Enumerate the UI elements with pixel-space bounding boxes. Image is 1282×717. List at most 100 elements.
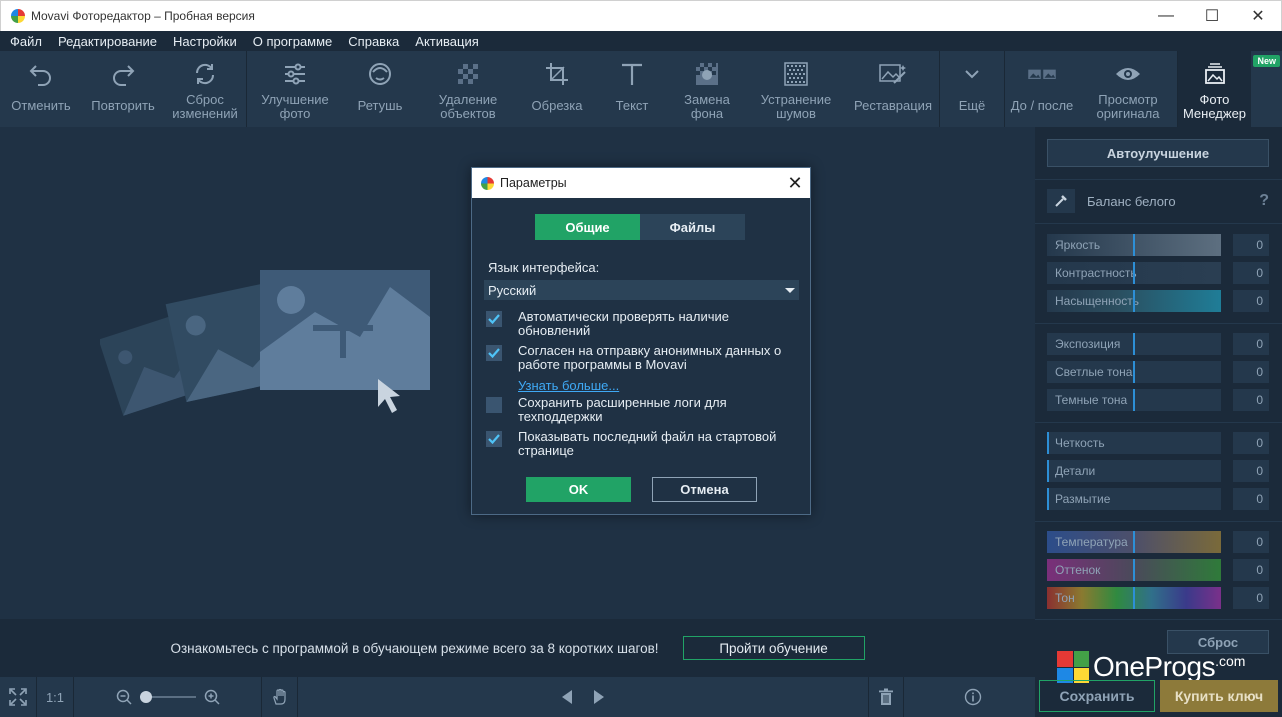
menu-file[interactable]: Файл <box>2 34 50 49</box>
restoration-button[interactable]: Реставрация <box>847 51 939 127</box>
eyedropper-icon[interactable] <box>1047 189 1075 213</box>
exposure-slider[interactable]: Экспозиция 0 <box>1047 333 1269 355</box>
highlights-slider[interactable]: Светлые тона 0 <box>1047 361 1269 383</box>
info-button[interactable] <box>904 677 994 717</box>
denoise-button[interactable]: Устранение шумов <box>745 51 847 127</box>
redo-button[interactable]: Повторить <box>82 51 164 127</box>
exposure-value[interactable]: 0 <box>1233 333 1269 355</box>
contrast-slider[interactable]: Контрастность 0 <box>1047 262 1269 284</box>
ok-button[interactable]: OK <box>526 477 631 502</box>
retouch-button[interactable]: Ретушь <box>343 51 417 127</box>
option-anonymous-data[interactable]: Согласен на отправку анонимных данных о … <box>486 344 796 372</box>
zoom-out-icon[interactable] <box>116 689 132 705</box>
add-photo-placeholder-icon[interactable] <box>100 267 440 427</box>
tint-value[interactable]: 0 <box>1233 559 1269 581</box>
reset-changes-button[interactable]: Сброс изменений <box>164 51 246 127</box>
more-button[interactable]: Ещё <box>940 51 1004 127</box>
actual-size-button[interactable]: 1:1 <box>37 677 74 717</box>
option-extended-logs[interactable]: Сохранить расширенные логи для техподдер… <box>486 396 796 424</box>
start-tutorial-button[interactable]: Пройти обучение <box>682 636 865 660</box>
zoom-slider-handle[interactable] <box>139 691 152 703</box>
blur-value[interactable]: 0 <box>1233 488 1269 510</box>
zoom-in-icon[interactable] <box>204 689 220 705</box>
reset-changes-label: Сброс изменений <box>172 92 238 121</box>
brightness-slider[interactable]: Яркость 0 <box>1047 234 1269 256</box>
slider-handle[interactable] <box>1133 587 1135 609</box>
pan-tool-button[interactable] <box>262 677 298 717</box>
extended-logs-checkbox[interactable] <box>486 397 502 413</box>
before-after-button[interactable]: До / после <box>1005 51 1079 127</box>
help-icon[interactable]: ? <box>1259 192 1269 210</box>
enhance-photo-button[interactable]: Улучшение фото <box>247 51 343 127</box>
next-image-icon[interactable] <box>592 689 606 705</box>
highlights-value[interactable]: 0 <box>1233 361 1269 383</box>
contrast-label: Контрастность <box>1055 266 1137 280</box>
tab-general[interactable]: Общие <box>535 214 640 240</box>
crop-button[interactable]: Обрезка <box>519 51 595 127</box>
last-file-checkbox[interactable] <box>486 431 502 447</box>
menu-help[interactable]: Справка <box>340 34 407 49</box>
anonymous-data-checkbox[interactable] <box>486 345 502 361</box>
slider-handle[interactable] <box>1133 361 1135 383</box>
menu-settings[interactable]: Настройки <box>165 34 245 49</box>
auto-update-checkbox[interactable] <box>486 311 502 327</box>
saturation-slider[interactable]: Насыщенность 0 <box>1047 290 1269 312</box>
text-button[interactable]: Текст <box>595 51 669 127</box>
slider-handle[interactable] <box>1133 333 1135 355</box>
temperature-value[interactable]: 0 <box>1233 531 1269 553</box>
brightness-value[interactable]: 0 <box>1233 234 1269 256</box>
slider-handle[interactable] <box>1047 460 1049 482</box>
tutorial-text: Ознакомьтесь с программой в обучающем ре… <box>170 640 659 656</box>
window-controls: — ☐ ✕ <box>1143 1 1281 31</box>
menu-about[interactable]: О программе <box>245 34 341 49</box>
shadows-slider[interactable]: Темные тона 0 <box>1047 389 1269 411</box>
temperature-slider[interactable]: Температура 0 <box>1047 531 1269 553</box>
view-original-button[interactable]: Просмотр оригинала <box>1079 51 1177 127</box>
buy-key-button[interactable]: Купить ключ <box>1160 680 1278 712</box>
language-select[interactable]: Русский <box>484 280 799 300</box>
slider-handle[interactable] <box>1133 531 1135 553</box>
anonymous-data-label: Согласен на отправку анонимных данных о … <box>518 343 782 372</box>
tint-slider[interactable]: Оттенок 0 <box>1047 559 1269 581</box>
saturation-value[interactable]: 0 <box>1233 290 1269 312</box>
blur-slider[interactable]: Размытие 0 <box>1047 488 1269 510</box>
slider-handle[interactable] <box>1133 290 1135 312</box>
fit-screen-button[interactable] <box>0 677 37 717</box>
menu-edit[interactable]: Редактирование <box>50 34 165 49</box>
hue-slider[interactable]: Тон 0 <box>1047 587 1269 609</box>
slider-handle[interactable] <box>1047 432 1049 454</box>
undo-button[interactable]: Отменить <box>0 51 82 127</box>
contrast-value[interactable]: 0 <box>1233 262 1269 284</box>
clarity-value[interactable]: 0 <box>1233 432 1269 454</box>
option-auto-update[interactable]: Автоматически проверять наличие обновлен… <box>486 310 796 338</box>
replace-background-button[interactable]: Замена фона <box>669 51 745 127</box>
details-slider[interactable]: Детали 0 <box>1047 460 1269 482</box>
zoom-slider[interactable] <box>139 691 196 703</box>
tab-files[interactable]: Файлы <box>640 214 745 240</box>
minimize-button[interactable]: — <box>1143 1 1189 31</box>
cancel-button[interactable]: Отмена <box>652 477 757 502</box>
learn-more-link[interactable]: Узнать больше... <box>518 378 619 393</box>
shadows-value[interactable]: 0 <box>1233 389 1269 411</box>
slider-handle[interactable] <box>1133 262 1135 284</box>
previous-image-icon[interactable] <box>560 689 574 705</box>
auto-enhance-button[interactable]: Автоулучшение <box>1047 139 1269 167</box>
slider-handle[interactable] <box>1047 488 1049 510</box>
details-value[interactable]: 0 <box>1233 460 1269 482</box>
maximize-button[interactable]: ☐ <box>1189 1 1235 31</box>
menu-activation[interactable]: Активация <box>407 34 486 49</box>
dialog-close-icon[interactable]: ✕ <box>780 168 810 198</box>
slider-handle[interactable] <box>1133 559 1135 581</box>
delete-button[interactable] <box>868 677 904 717</box>
slider-handle[interactable] <box>1133 389 1135 411</box>
save-button[interactable]: Сохранить <box>1039 680 1155 712</box>
close-button[interactable]: ✕ <box>1235 1 1281 31</box>
slider-handle[interactable] <box>1133 234 1135 256</box>
remove-objects-button[interactable]: Удаление объектов <box>417 51 519 127</box>
photo-manager-button[interactable]: Фото Менеджер <box>1178 51 1251 127</box>
details-label: Детали <box>1055 464 1096 478</box>
hue-value[interactable]: 0 <box>1233 587 1269 609</box>
more-label: Ещё <box>958 98 986 113</box>
option-last-file[interactable]: Показывать последний файл на стартовой с… <box>486 430 796 458</box>
clarity-slider[interactable]: Четкость 0 <box>1047 432 1269 454</box>
